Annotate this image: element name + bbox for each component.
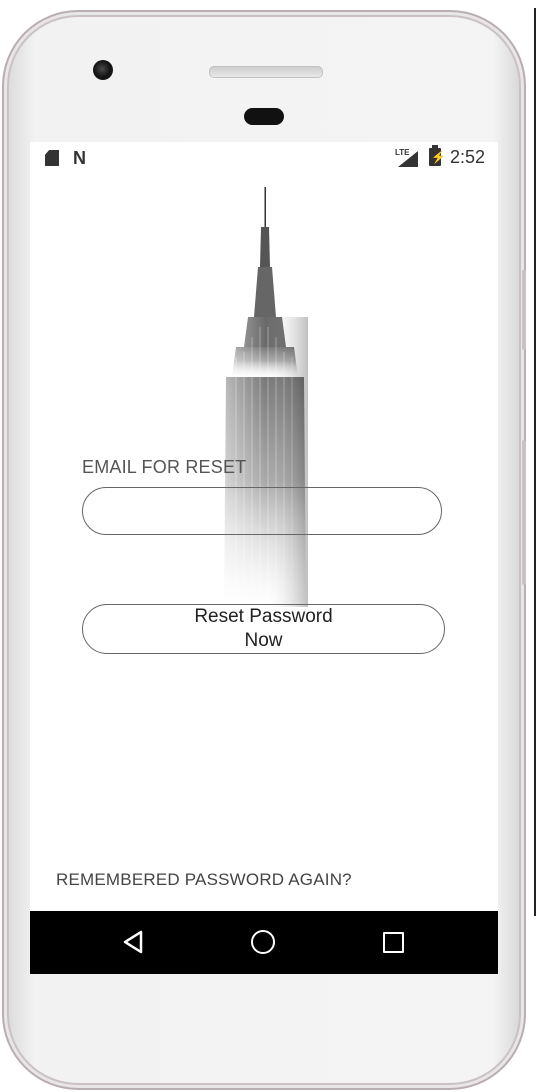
earpiece-speaker (209, 66, 323, 78)
proximity-sensor (244, 108, 284, 125)
email-input[interactable] (82, 487, 442, 535)
n-notification-icon: N (73, 148, 86, 168)
frame-border (534, 8, 536, 916)
back-icon[interactable] (122, 930, 144, 954)
front-camera (93, 60, 113, 80)
recents-icon[interactable] (383, 932, 404, 953)
navigation-bar (30, 911, 498, 974)
side-button-top (522, 270, 526, 350)
battery-charging-icon: ⚡ (429, 145, 446, 166)
status-time: 2:52 (450, 147, 486, 167)
network-type: LTE (395, 148, 410, 157)
home-icon[interactable] (251, 930, 275, 954)
remembered-password-link[interactable]: REMEMBERED PASSWORD AGAIN? (56, 870, 352, 890)
empire-state-building-image (224, 187, 308, 607)
app-screen: N LTE ⚡ 2:52 EMAIL FOR RESET Reset Passw… (30, 142, 498, 974)
email-label: EMAIL FOR RESET (82, 457, 247, 477)
sd-card-icon (45, 150, 59, 166)
side-button-bottom (522, 440, 526, 585)
status-bar: N LTE ⚡ 2:52 (30, 142, 498, 172)
reset-password-button[interactable]: Reset Password Now (82, 604, 445, 654)
phone-frame: N LTE ⚡ 2:52 EMAIL FOR RESET Reset Passw… (2, 10, 526, 1090)
